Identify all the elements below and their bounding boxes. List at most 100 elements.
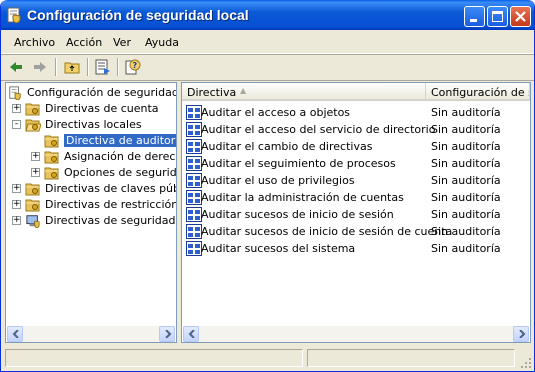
folder-icon (25, 199, 40, 212)
list-scroll-left-button[interactable] (183, 326, 199, 342)
tree-item[interactable]: Configuración de seguridad (6, 85, 176, 101)
tree-item-label: Directivas de claves públicas (45, 182, 176, 195)
resize-grip-icon[interactable] (520, 357, 532, 369)
status-cell-1 (5, 349, 303, 367)
export-list-button[interactable] (92, 57, 114, 77)
policy-setting: Sin auditoría (431, 242, 501, 255)
scroll-right-button[interactable] (159, 326, 175, 342)
help-icon: ? (125, 59, 141, 75)
policy-setting: Sin auditoría (431, 191, 501, 204)
expand-icon[interactable]: + (12, 184, 21, 193)
forward-arrow-icon (34, 62, 46, 72)
folder-icon (25, 103, 40, 116)
policy-setting: Sin auditoría (431, 225, 501, 238)
toolbar: ? (1, 54, 534, 81)
policy-row[interactable]: Auditar la administración de cuentas Sin … (184, 189, 528, 206)
expand-icon[interactable]: + (12, 200, 21, 209)
maximize-button[interactable] (487, 6, 508, 27)
chevron-right-icon (165, 330, 172, 338)
audit-policy-icon (186, 122, 202, 137)
sort-indicator-icon: ▲ (240, 86, 247, 95)
close-icon (515, 11, 526, 22)
policy-name: Auditar el seguimiento de procesos (201, 157, 396, 170)
forward-button[interactable] (29, 57, 51, 77)
policy-row[interactable]: Auditar sucesos de inicio de sesión de c… (184, 223, 528, 240)
status-cell-2 (307, 349, 515, 367)
up-folder-icon (64, 62, 80, 74)
policy-setting: Sin auditoría (431, 140, 501, 153)
status-bar (1, 346, 534, 371)
tree-item[interactable]: + Opciones de seguridad (6, 165, 176, 181)
back-arrow-icon (10, 62, 22, 72)
column-header-directiva[interactable]: Directiva ▲ (182, 83, 426, 101)
tree-item[interactable]: + Asignación de derechos (6, 149, 176, 165)
policy-row[interactable]: Auditar el seguimiento de procesos Sin au… (184, 155, 528, 172)
tree-item[interactable]: + Directivas de restricción de software (6, 197, 176, 213)
folder-icon (44, 135, 59, 148)
menu-accion[interactable]: Acción (66, 36, 102, 49)
audit-policy-icon (186, 207, 202, 222)
expand-icon[interactable]: + (12, 216, 21, 225)
security-settings-icon (9, 86, 21, 100)
policy-name: Auditar sucesos del sistema (201, 242, 356, 255)
policy-row[interactable]: Auditar sucesos de inicio de sesión Sin a… (184, 206, 528, 223)
tree-item-label: Directiva de auditoría (64, 134, 176, 147)
app-window: Configuración de seguridad local Archivo… (0, 0, 535, 372)
tree-item-label: Directivas de restricción de software (45, 198, 177, 211)
tree-item[interactable]: + Directivas de claves públicas (6, 181, 176, 197)
tree-item-label: Opciones de seguridad (64, 166, 177, 179)
export-list-icon (95, 59, 110, 75)
tree-item[interactable]: + Directivas de cuenta (6, 101, 176, 117)
expand-icon[interactable]: + (31, 152, 40, 161)
title-bar[interactable]: Configuración de seguridad local (1, 0, 534, 30)
policy-name: Auditar el acceso a objetos (201, 106, 351, 119)
expand-icon[interactable]: + (12, 104, 21, 113)
policy-setting: Sin auditoría (431, 174, 501, 187)
list-horizontal-scrollbar[interactable] (183, 326, 529, 342)
tree-item-label: Asignación de derechos (64, 150, 176, 163)
policy-name: Auditar la administración de cuentas (201, 191, 404, 204)
security-settings-icon (7, 7, 21, 23)
tree-pane[interactable]: Configuración de seguridad + Directivas de… (5, 82, 177, 343)
up-one-level-button[interactable] (61, 57, 83, 77)
tree-item-label: Directivas locales (45, 118, 142, 131)
policy-name: Auditar sucesos de inicio de sesión de c… (201, 225, 453, 238)
help-button[interactable]: ? (122, 57, 144, 77)
policy-row[interactable]: Auditar el acceso a objetos Sin auditoría (184, 104, 528, 121)
tree-item-label: Directivas de cuenta (45, 102, 159, 115)
close-button[interactable] (510, 6, 531, 27)
column-header-configuracion[interactable]: Configuración de se... (426, 83, 530, 101)
tree-item-label: Configuración de seguridad (27, 86, 177, 99)
policy-list-pane[interactable]: Directiva ▲ Configuración de se... Audit… (181, 82, 531, 343)
window-title: Configuración de seguridad local (27, 7, 249, 23)
policy-row[interactable]: Auditar sucesos del sistema Sin auditoría (184, 240, 528, 257)
tree-horizontal-scrollbar[interactable] (7, 326, 175, 342)
menu-archivo[interactable]: Archivo (14, 36, 55, 49)
svg-text:?: ? (133, 61, 138, 70)
policy-setting: Sin auditoría (431, 208, 501, 221)
list-scroll-right-button[interactable] (513, 326, 529, 342)
policy-setting: Sin auditoría (431, 123, 501, 136)
tree-item-label: Directivas de seguridad IP (45, 214, 177, 227)
menu-ayuda[interactable]: Ayuda (145, 36, 179, 49)
tree-item[interactable]: Directiva de auditoría (6, 133, 176, 149)
folder-icon (25, 183, 40, 196)
policy-name: Auditar el uso de privilegios (201, 174, 355, 187)
expand-icon[interactable]: + (31, 168, 40, 177)
maximize-icon (492, 11, 503, 22)
chevron-right-icon (519, 330, 526, 338)
audit-policy-icon (186, 105, 202, 120)
menu-ver[interactable]: Ver (113, 36, 131, 49)
policy-row[interactable]: Auditar el acceso del servicio de direct… (184, 121, 528, 138)
collapse-icon[interactable]: - (12, 120, 21, 129)
folder-icon (44, 167, 59, 180)
tree-item[interactable]: - Directivas locales (6, 117, 176, 133)
minimize-button[interactable] (464, 6, 485, 27)
policy-row[interactable]: Auditar el uso de privilegios Sin auditor… (184, 172, 528, 189)
policy-row[interactable]: Auditar el cambio de directivas Sin audit… (184, 138, 528, 155)
back-button[interactable] (5, 57, 27, 77)
audit-policy-icon (186, 156, 202, 171)
tree-item[interactable]: + Directivas de seguridad IP (6, 213, 176, 229)
scroll-left-button[interactable] (7, 326, 23, 342)
policy-setting: Sin auditoría (431, 157, 501, 170)
